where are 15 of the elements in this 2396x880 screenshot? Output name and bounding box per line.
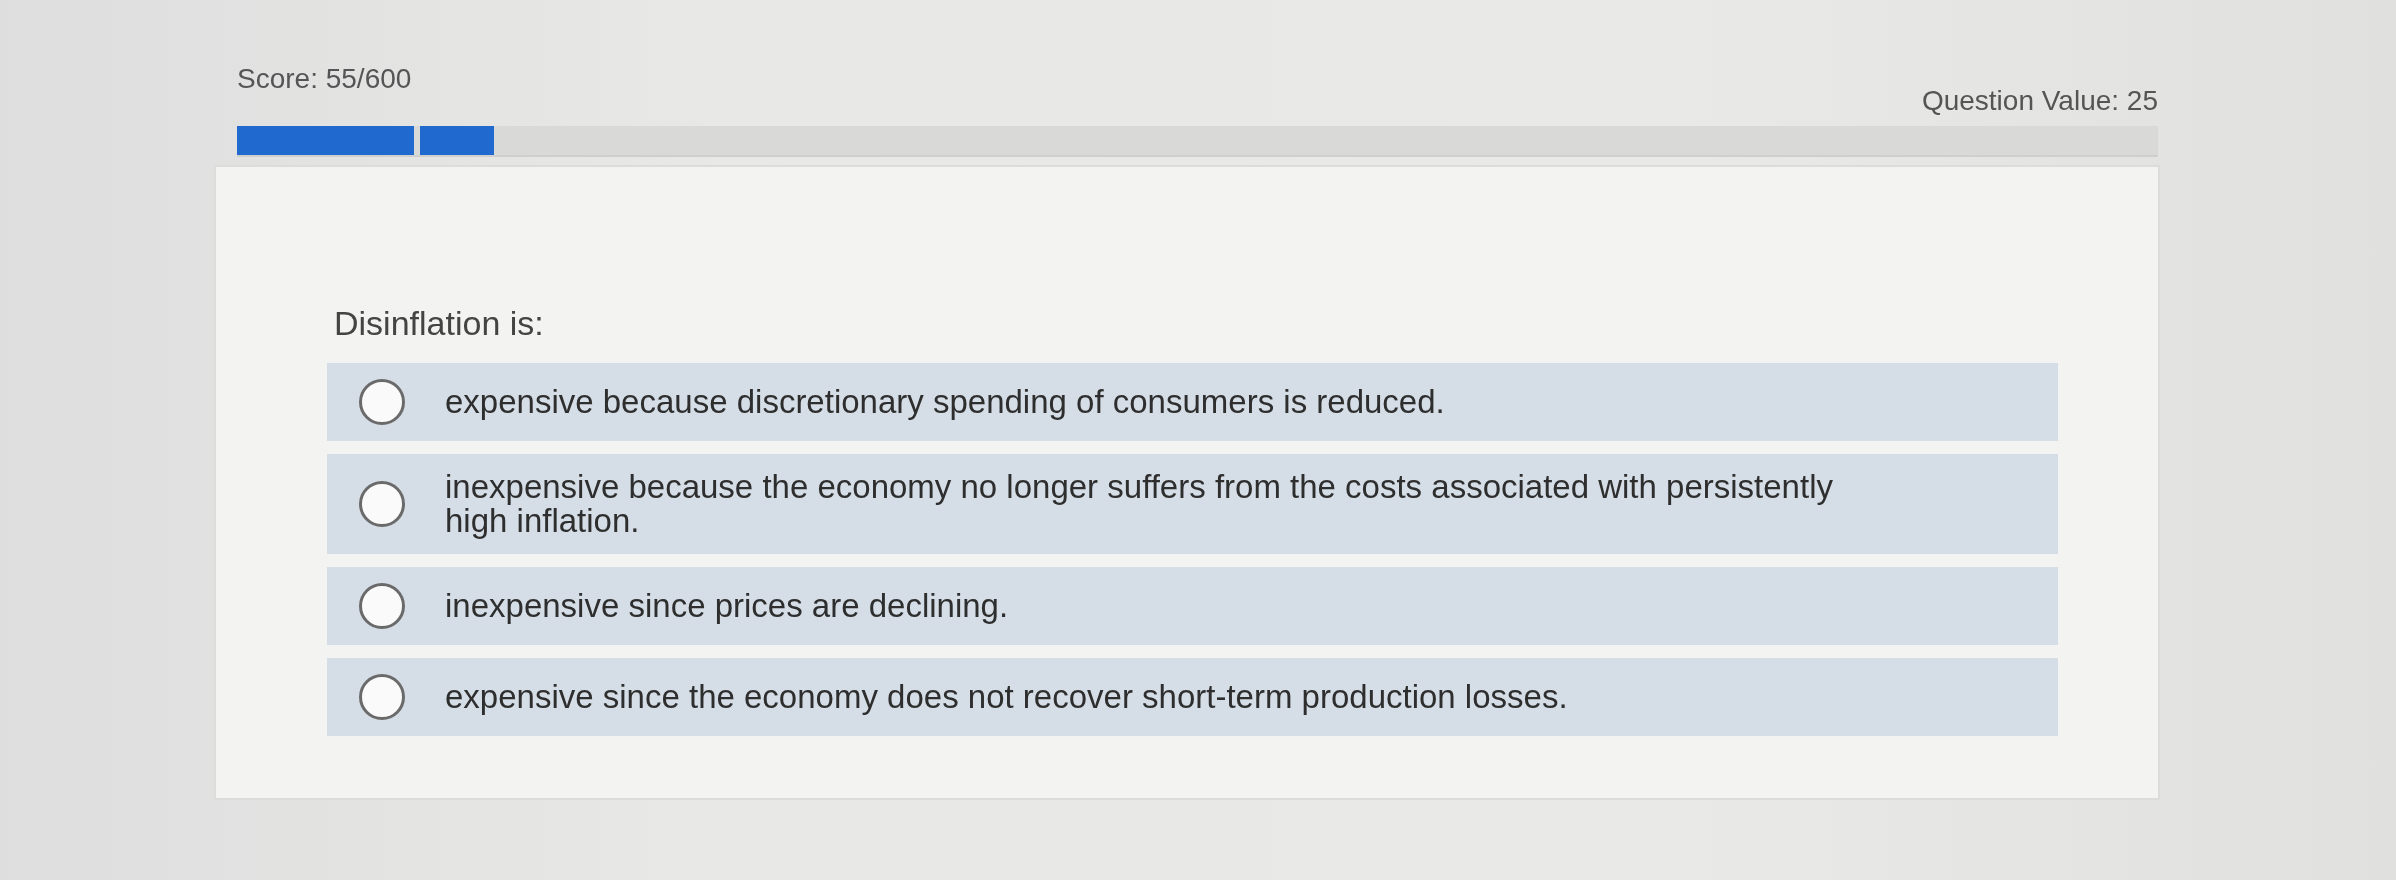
answer-option[interactable]: expensive since the economy does not recover short-term production losses. (327, 658, 2058, 736)
option-text: expensive since the economy does not recover short-term production losses. (445, 680, 1568, 714)
question-value-text: Question Value: 25 (1921, 84, 2158, 118)
option-text: inexpensive since prices are declining. (445, 589, 1009, 623)
option-text: inexpensive because the economy no longer suffers from the costs associated with persistently high inflation. (445, 470, 1834, 538)
answer-option[interactable]: inexpensive since prices are declining. (327, 567, 2058, 645)
answer-option[interactable]: inexpensive because the economy no longer suffers from the costs associated with persistently high inflation. (327, 454, 2058, 554)
answer-option[interactable]: expensive because discretionary spending of consumers is reduced. (327, 363, 2058, 441)
radio-button[interactable] (359, 583, 405, 629)
radio-button[interactable] (359, 674, 405, 720)
question-text: Disinflation is: (334, 303, 544, 343)
option-text: expensive because discretionary spending of consumers is reduced. (445, 385, 1445, 419)
score-text: Score: 55/600 (237, 62, 412, 96)
radio-button[interactable] (359, 379, 405, 425)
radio-button[interactable] (359, 481, 405, 527)
